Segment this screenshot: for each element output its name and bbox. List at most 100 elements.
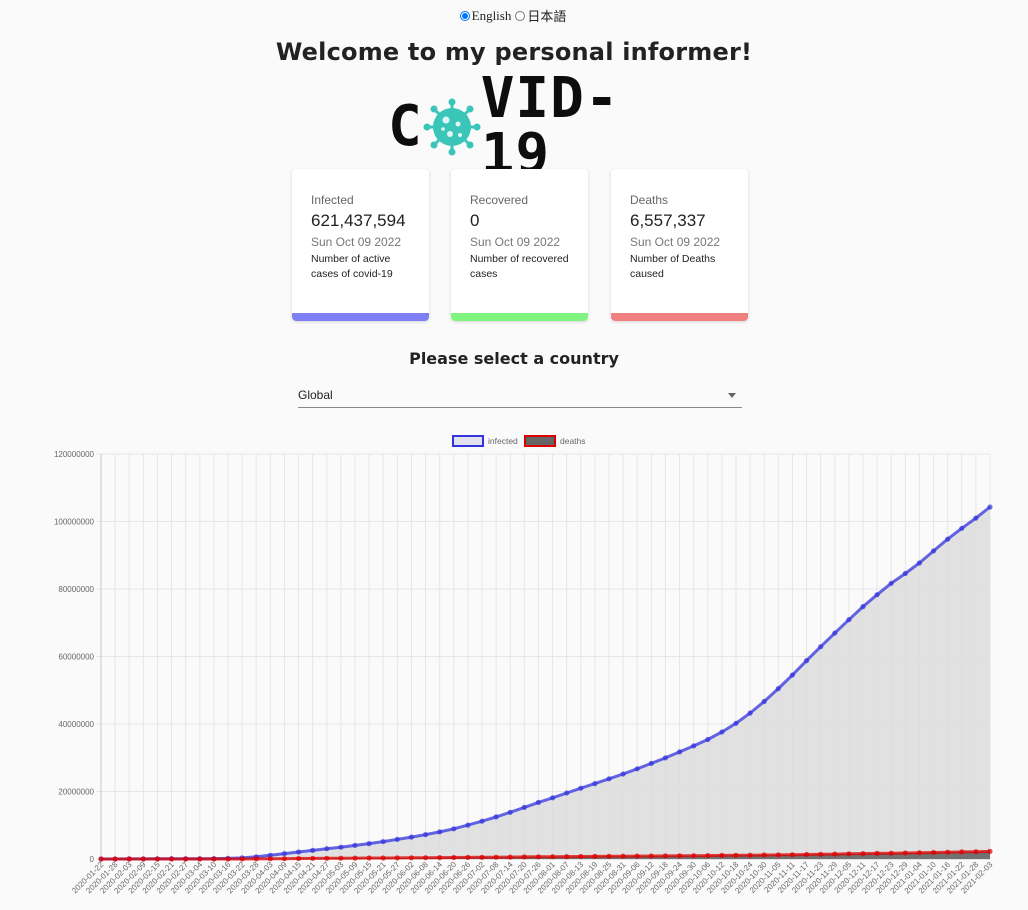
deaths-point	[451, 854, 457, 861]
card-color-bar	[451, 313, 588, 321]
infected-point	[324, 846, 330, 852]
infected-point	[606, 776, 612, 782]
card-date: Sun Oct 09 2022	[470, 235, 561, 249]
infected-point	[338, 844, 344, 850]
infected-point	[945, 536, 951, 542]
infected-legend-swatch	[452, 435, 484, 447]
deaths-point	[324, 855, 330, 861]
infected-point	[775, 686, 781, 692]
deaths-point	[493, 854, 499, 860]
infected-point	[394, 836, 400, 842]
deaths-point	[719, 852, 725, 858]
deaths-point	[521, 854, 527, 860]
deaths-legend-label: deaths	[560, 436, 586, 446]
language-selector: English 日本語	[0, 6, 1028, 25]
country-select-heading: Please select a country	[409, 349, 619, 368]
chevron-down-icon[interactable]	[728, 393, 736, 398]
infected-point	[987, 504, 993, 510]
deaths-point	[874, 850, 880, 856]
deaths-point	[507, 854, 513, 860]
page-title: Welcome to my personal informer!	[275, 38, 753, 66]
infected-point	[465, 822, 471, 828]
deaths-point	[705, 853, 711, 859]
infected-point	[493, 814, 499, 820]
infected-point	[281, 851, 287, 857]
infected-point	[818, 644, 824, 650]
infected-point	[959, 525, 965, 531]
stats-cards: Infected 621,437,594 Sun Oct 09 2022 Num…	[292, 169, 748, 321]
infected-point	[479, 818, 485, 824]
language-option-japanese[interactable]: 日本語	[515, 6, 566, 25]
country-select[interactable]: Global	[298, 384, 742, 408]
infected-point	[973, 515, 979, 521]
deaths-point	[747, 852, 753, 858]
deaths-card: Deaths 6,557,337 Sun Oct 09 2022 Number …	[611, 169, 748, 321]
recovered-card: Recovered 0 Sun Oct 09 2022 Number of re…	[451, 169, 588, 321]
deaths-point	[479, 854, 485, 860]
infected-point	[648, 760, 654, 766]
infected-point	[719, 729, 725, 735]
logo-text-start: C	[388, 94, 423, 159]
english-radio[interactable]	[459, 10, 470, 21]
deaths-point	[366, 855, 372, 861]
infected-point	[662, 755, 669, 761]
infected-point	[705, 736, 711, 743]
deaths-point	[338, 855, 344, 861]
deaths-point	[945, 849, 951, 855]
deaths-point	[634, 853, 640, 859]
deaths-point	[550, 854, 556, 860]
y-tick-label: 40000000	[58, 720, 94, 729]
deaths-point	[465, 854, 471, 860]
infected-point	[874, 592, 880, 598]
virus-icon	[423, 98, 481, 156]
infected-point	[789, 672, 796, 678]
infected-point	[535, 799, 542, 805]
deaths-point	[761, 852, 767, 858]
deaths-point	[352, 855, 358, 861]
deaths-point	[408, 855, 414, 861]
card-description: Number of active cases of covid-19	[311, 253, 393, 280]
english-label: English	[471, 7, 512, 23]
infected-point	[733, 720, 739, 726]
card-date: Sun Oct 09 2022	[311, 235, 402, 249]
y-tick-label: 60000000	[58, 653, 94, 662]
deaths-point	[620, 853, 626, 859]
infected-point	[747, 710, 753, 716]
deaths-point	[648, 853, 654, 859]
infected-point	[677, 749, 683, 755]
deaths-point	[691, 853, 697, 859]
infected-point	[451, 826, 457, 832]
deaths-point	[423, 855, 429, 861]
infected-point	[931, 548, 937, 554]
logo-text-end: VID-19	[480, 66, 620, 187]
deaths-point	[733, 852, 739, 858]
infected-point	[296, 849, 302, 855]
infected-point	[860, 604, 866, 610]
infected-point	[423, 832, 429, 838]
y-tick-label: 120000000	[54, 450, 95, 459]
deaths-point	[394, 855, 400, 861]
infected-point	[352, 842, 358, 848]
card-number: 0	[470, 211, 480, 230]
language-option-english[interactable]: English	[459, 7, 512, 24]
card-description: Number of recovered cases	[470, 253, 569, 280]
infected-point	[366, 841, 372, 847]
japanese-radio[interactable]	[515, 10, 526, 21]
infected-point	[846, 617, 852, 623]
card-color-bar	[292, 313, 429, 321]
deaths-point	[846, 851, 852, 857]
deaths-point	[380, 855, 386, 861]
card-number: 6,557,337	[630, 211, 706, 230]
deaths-point	[789, 852, 796, 858]
infected-point	[578, 785, 584, 791]
card-title: Infected	[311, 193, 354, 207]
card-title: Recovered	[470, 193, 529, 207]
deaths-point	[804, 851, 810, 858]
deaths-point	[578, 853, 584, 860]
infected-point	[902, 570, 908, 577]
deaths-point	[959, 849, 965, 855]
infected-point	[380, 839, 386, 845]
y-tick-label: 80000000	[58, 585, 94, 594]
infected-point	[521, 804, 527, 810]
infected-point	[620, 771, 626, 777]
